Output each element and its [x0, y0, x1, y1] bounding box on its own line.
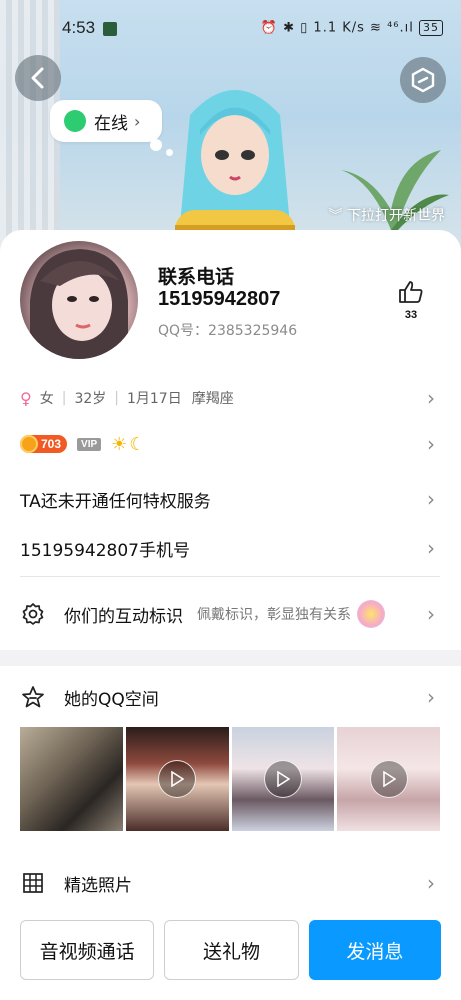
qq-number: QQ号：2385325946: [158, 323, 298, 339]
av-call-button[interactable]: 音视频通话: [20, 920, 155, 980]
privilege-text: TA还未开通任何特权服务: [20, 491, 211, 512]
back-button[interactable]: [15, 55, 61, 101]
chevron-right-icon: ›: [134, 111, 141, 131]
status-bar: 4:53 ⏰ ✱ ▯ 1.1 K/s ≋ ⁴⁶.ıl 35: [0, 14, 461, 44]
qzone-video[interactable]: [231, 727, 335, 831]
featured-photos-row[interactable]: 精选照片 ›: [0, 863, 461, 903]
avatar[interactable]: [20, 241, 138, 359]
female-icon: ♀: [20, 388, 32, 408]
online-dot-icon: [64, 110, 86, 132]
play-icon: [158, 760, 197, 798]
chevron-right-icon: ›: [427, 536, 435, 560]
play-icon: [263, 760, 302, 798]
battery-icon: 35: [419, 20, 443, 36]
featured-photos-title: 精选照片: [64, 875, 132, 896]
qzone-video[interactable]: [125, 727, 229, 831]
avatar-image: [30, 249, 128, 359]
send-gift-button[interactable]: 送礼物: [164, 920, 299, 980]
like-button[interactable]: 33: [396, 280, 426, 321]
interaction-mark-row[interactable]: 你们的互动标识 佩戴标识，彰显独有关系 ›: [0, 594, 461, 634]
section-gap: [0, 650, 461, 666]
separator: |: [114, 390, 119, 406]
grid-icon: [20, 870, 46, 896]
play-icon: [369, 760, 408, 798]
chevron-right-icon: ›: [427, 602, 435, 626]
zodiac-text: 摩羯座: [191, 391, 234, 407]
chevron-right-icon: ›: [427, 487, 435, 511]
birthday-text: 1月17日: [126, 391, 182, 407]
level-badge: 703: [20, 435, 68, 453]
bubble-tail-small: [166, 149, 173, 156]
separator: |: [61, 390, 67, 406]
gear-badge-icon: [20, 601, 46, 627]
pull-hint-label: 下拉打开新世界: [347, 208, 445, 224]
qzone-photo[interactable]: [20, 727, 123, 831]
coin-icon: [20, 435, 38, 453]
bottom-action-bar: 音视频通话 送礼物 发消息: [20, 920, 441, 980]
chevron-left-icon: [31, 67, 44, 89]
qzone-thumbnails: [20, 727, 440, 831]
switch-mode-button[interactable]: [400, 57, 446, 103]
divider: [20, 576, 440, 577]
privilege-row[interactable]: TA还未开通任何特权服务 ›: [0, 479, 461, 519]
thumbs-up-icon: [399, 281, 423, 303]
chevron-right-icon: ›: [427, 386, 435, 410]
online-status-bubble[interactable]: 在线 ›: [50, 100, 162, 142]
bubble-tail: [150, 139, 162, 151]
chevron-right-icon: ›: [427, 685, 435, 709]
interaction-note: 佩戴标识，彰显独有关系: [197, 607, 351, 623]
status-indicators: ⏰ ✱ ▯ 1.1 K/s ≋ ⁴⁶.ıl 35: [261, 20, 443, 36]
level-number: 703: [41, 437, 62, 451]
phone-row[interactable]: 15195942807手机号 ›: [0, 528, 461, 568]
profile-name: 联系电话: [158, 266, 235, 288]
double-chevron-down-icon: ︾: [328, 208, 343, 224]
sun-icon: ☀: [111, 433, 128, 455]
qzone-title: 她的QQ空间: [64, 689, 159, 710]
gender-text: 女: [39, 391, 54, 407]
send-message-button[interactable]: 发消息: [308, 920, 441, 980]
vip-badge: VIP: [77, 437, 102, 451]
online-status-label: 在线: [94, 113, 128, 134]
pull-down-hint[interactable]: ︾ 下拉打开新世界: [329, 205, 445, 225]
like-count: 33: [404, 309, 418, 321]
age-text: 32岁: [74, 391, 107, 407]
notification-icon: [103, 22, 117, 36]
phone-text: 15195942807手机号: [20, 540, 190, 561]
profile-phone: 15195942807: [158, 288, 281, 310]
chevron-right-icon: ›: [427, 432, 435, 456]
badge-row[interactable]: 703 VIP ☀ ☾ ›: [0, 424, 461, 464]
interaction-title: 你们的互动标识: [64, 606, 183, 627]
status-icons: ⏰ ✱ ▯ 1.1 K/s ≋ ⁴⁶.ıl: [260, 20, 414, 36]
hexagon-icon: [411, 67, 435, 93]
qzone-video[interactable]: [337, 727, 440, 831]
basic-info-row[interactable]: ♀ 女 | 32岁 | 1月17日 摩羯座 ›: [0, 378, 461, 418]
moon-icon: ☾: [129, 433, 146, 455]
qzone-row[interactable]: 她的QQ空间 ›: [0, 677, 461, 717]
status-time: 4:53: [62, 18, 96, 37]
star-icon: [20, 684, 46, 710]
chevron-right-icon: ›: [427, 871, 435, 895]
interaction-emoji-icon: [357, 600, 385, 628]
